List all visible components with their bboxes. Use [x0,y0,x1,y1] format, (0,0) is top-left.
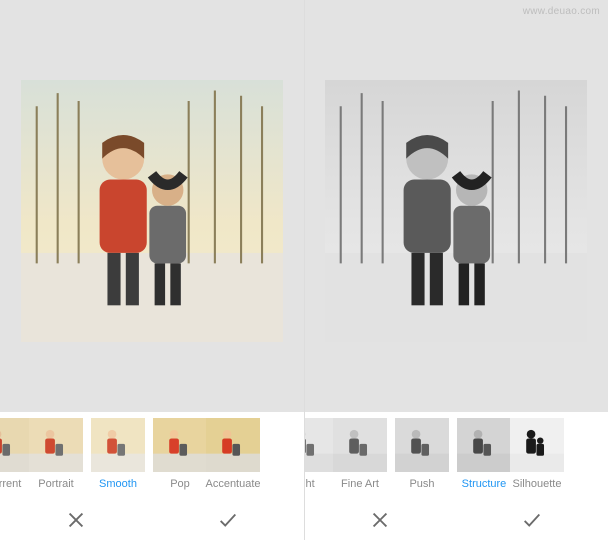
close-icon [369,509,391,531]
preview-photo-color [21,80,283,342]
bottom-bar-right [304,500,608,540]
filter-push[interactable]: Push [392,418,452,490]
filter-label: Portrait [38,478,73,490]
cancel-button[interactable] [56,500,96,540]
filter-label: Silhouette [513,478,562,490]
check-icon [521,509,543,531]
filter-strip-left[interactable]: Current Portrait Smooth Pop Accentuate [0,412,304,500]
filter-label: Smooth [99,478,137,490]
filter-label: Structure [462,478,507,490]
filter-thumb [510,418,564,472]
preview-area-left[interactable] [0,0,304,412]
bottom-bar-left [0,500,304,540]
filter-label: Fine Art [341,478,379,490]
filter-thumb [153,418,207,472]
app-root: www.deuao.com [0,0,608,540]
cancel-button[interactable] [360,500,400,540]
filter-thumb [333,418,387,472]
filter-thumb [91,418,145,472]
filter-pop[interactable]: Pop [150,418,210,490]
filter-smooth[interactable]: Smooth [88,418,148,490]
apply-button[interactable] [208,500,248,540]
filter-label: Accentuate [205,478,260,490]
preview-photo-bw [325,80,587,342]
right-panel: ght Fine Art Push Structure Silhouette [304,0,608,540]
filter-thumb [206,418,260,472]
filter-label: Pop [170,478,190,490]
filter-accentuate[interactable]: Accentuate [212,418,254,490]
filter-bright[interactable]: ght [304,418,328,490]
filter-strip-right[interactable]: ght Fine Art Push Structure Silhouette [304,412,608,500]
filter-label: ght [304,478,315,490]
filter-current[interactable]: Current [0,418,24,490]
filter-thumb [29,418,83,472]
filter-fine-art[interactable]: Fine Art [330,418,390,490]
check-icon [217,509,239,531]
apply-button[interactable] [512,500,552,540]
filter-thumb [457,418,511,472]
filter-structure[interactable]: Structure [454,418,514,490]
filter-label: Push [409,478,434,490]
filter-portrait[interactable]: Portrait [26,418,86,490]
panel-divider [304,0,305,540]
filter-thumb [395,418,449,472]
left-panel: Current Portrait Smooth Pop Accentuate [0,0,304,540]
filter-silhouette[interactable]: Silhouette [516,418,558,490]
close-icon [65,509,87,531]
preview-area-right[interactable] [304,0,608,412]
filter-label: Current [0,478,21,490]
